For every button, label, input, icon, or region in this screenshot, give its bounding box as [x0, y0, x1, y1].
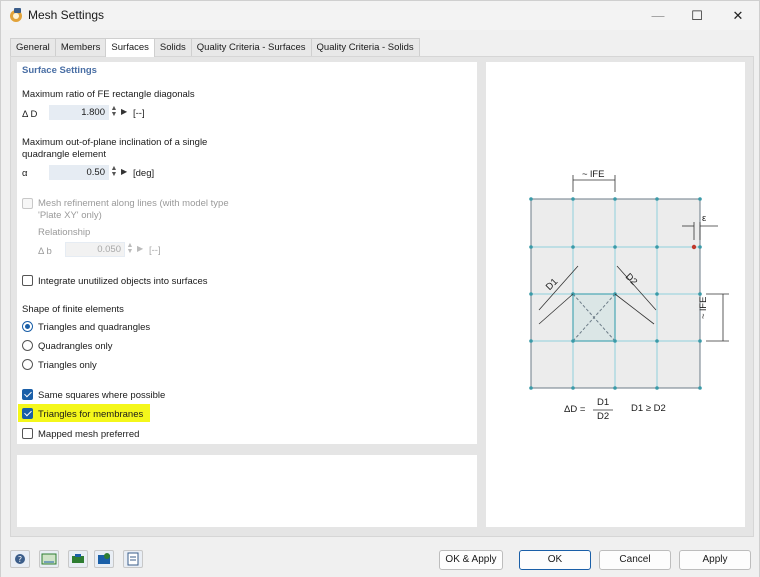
- mesh-refinement-checkbox[interactable]: [22, 198, 33, 209]
- max-inclination-stepper[interactable]: ▲ ▼: [110, 165, 118, 178]
- max-inclination-input[interactable]: 0.50: [49, 165, 109, 180]
- section-title: Surface Settings: [22, 65, 97, 76]
- formula-denominator: D2: [597, 411, 610, 422]
- radio-triangles-only[interactable]: [22, 359, 33, 370]
- shape-title: Shape of finite elements: [22, 304, 124, 315]
- quadrangles-only-label: Quadrangles only: [38, 341, 113, 352]
- tab-quality-criteria-surfaces[interactable]: Quality Criteria - Surfaces: [190, 38, 312, 57]
- formula-lhs: ΔD =: [564, 404, 586, 415]
- close-icon[interactable]: ✕: [717, 1, 759, 30]
- mapped-mesh-label: Mapped mesh preferred: [38, 429, 140, 440]
- tab-members[interactable]: Members: [54, 38, 107, 57]
- integrate-unutilized-checkbox[interactable]: [22, 275, 33, 286]
- relationship-input[interactable]: 0.050: [65, 242, 125, 257]
- lfe-side-label: ~ lFE: [698, 296, 709, 319]
- maximize-icon[interactable]: ☐: [676, 1, 718, 30]
- formula-condition: D1 ≥ D2: [631, 403, 666, 414]
- cancel-button[interactable]: Cancel: [599, 550, 671, 570]
- tab-quality-criteria-solids[interactable]: Quality Criteria - Solids: [310, 38, 420, 57]
- triangles-membranes-label: Triangles for membranes: [38, 409, 144, 420]
- tab-bar: General Members Surfaces Solids Quality …: [10, 38, 420, 57]
- window-title: Mesh Settings: [28, 8, 105, 22]
- radio-quadrangles-only[interactable]: [22, 340, 33, 351]
- tab-general[interactable]: General: [10, 38, 56, 57]
- minimize-icon[interactable]: —: [637, 1, 679, 30]
- lfe-top-label: ~ lFE: [582, 169, 605, 180]
- svg-text:?: ?: [18, 555, 22, 564]
- relationship-stepper[interactable]: ▲ ▼: [126, 242, 134, 255]
- max-inclination-unit: [deg]: [133, 168, 155, 179]
- max-ratio-unit: [--]: [133, 108, 145, 119]
- mesh-refinement-label-2: 'Plate XY' only): [38, 210, 102, 221]
- mesh-diagram: [529, 175, 729, 411]
- tab-surfaces[interactable]: Surfaces: [105, 38, 155, 57]
- lfe-side-dimension: [706, 293, 729, 342]
- max-ratio-menu-arrow[interactable]: ▶: [121, 107, 127, 116]
- max-inclination-label-2: quadrangle element: [22, 149, 106, 160]
- offset-node: [691, 244, 697, 250]
- table-icon[interactable]: [123, 550, 143, 568]
- relationship-unit: [--]: [149, 245, 161, 256]
- mesh-settings-window: Mesh Settings — ☐ ✕ General Members Surf…: [0, 0, 760, 577]
- same-squares-checkbox[interactable]: [22, 389, 33, 400]
- triangles-only-label: Triangles only: [38, 360, 97, 371]
- tab-solids[interactable]: Solids: [153, 38, 192, 57]
- mesh-refinement-label-1: Mesh refinement along lines (with model …: [38, 198, 229, 209]
- radio-triangles-and-quadrangles[interactable]: [22, 321, 33, 332]
- max-ratio-symbol: Δ D: [22, 109, 38, 120]
- help-icon[interactable]: ?: [10, 550, 30, 568]
- empty-info-panel: [17, 455, 477, 527]
- title-bar: Mesh Settings — ☐ ✕: [1, 1, 759, 30]
- mapped-mesh-checkbox[interactable]: [22, 428, 33, 439]
- ok-button[interactable]: OK: [519, 550, 591, 570]
- max-ratio-stepper[interactable]: ▲ ▼: [110, 105, 118, 118]
- relationship-label: Relationship: [38, 227, 91, 238]
- ok-apply-button[interactable]: OK & Apply: [439, 550, 503, 570]
- apply-button[interactable]: Apply: [679, 550, 751, 570]
- units-icon[interactable]: [39, 550, 59, 568]
- triangles-and-quadrangles-label: Triangles and quadrangles: [38, 322, 151, 333]
- integrate-unutilized-label: Integrate unutilized objects into surfac…: [38, 276, 208, 287]
- max-inclination-menu-arrow[interactable]: ▶: [121, 167, 127, 176]
- max-ratio-input[interactable]: 1.800: [49, 105, 109, 120]
- max-inclination-symbol: α: [22, 168, 28, 179]
- formula-numerator: D1: [597, 397, 610, 408]
- max-inclination-label-1: Maximum out-of-plane inclination of a si…: [22, 137, 208, 148]
- relationship-symbol: Δ b: [38, 246, 52, 257]
- triangles-membranes-checkbox[interactable]: [22, 408, 33, 419]
- same-squares-label: Same squares where possible: [38, 390, 166, 401]
- settings-icon[interactable]: [94, 550, 114, 568]
- model-icon[interactable]: [68, 550, 88, 568]
- relationship-menu-arrow[interactable]: ▶: [137, 244, 143, 253]
- epsilon-label: ε: [702, 213, 707, 224]
- mesh-app-icon: [10, 8, 22, 22]
- max-ratio-label: Maximum ratio of FE rectangle diagonals: [22, 89, 195, 100]
